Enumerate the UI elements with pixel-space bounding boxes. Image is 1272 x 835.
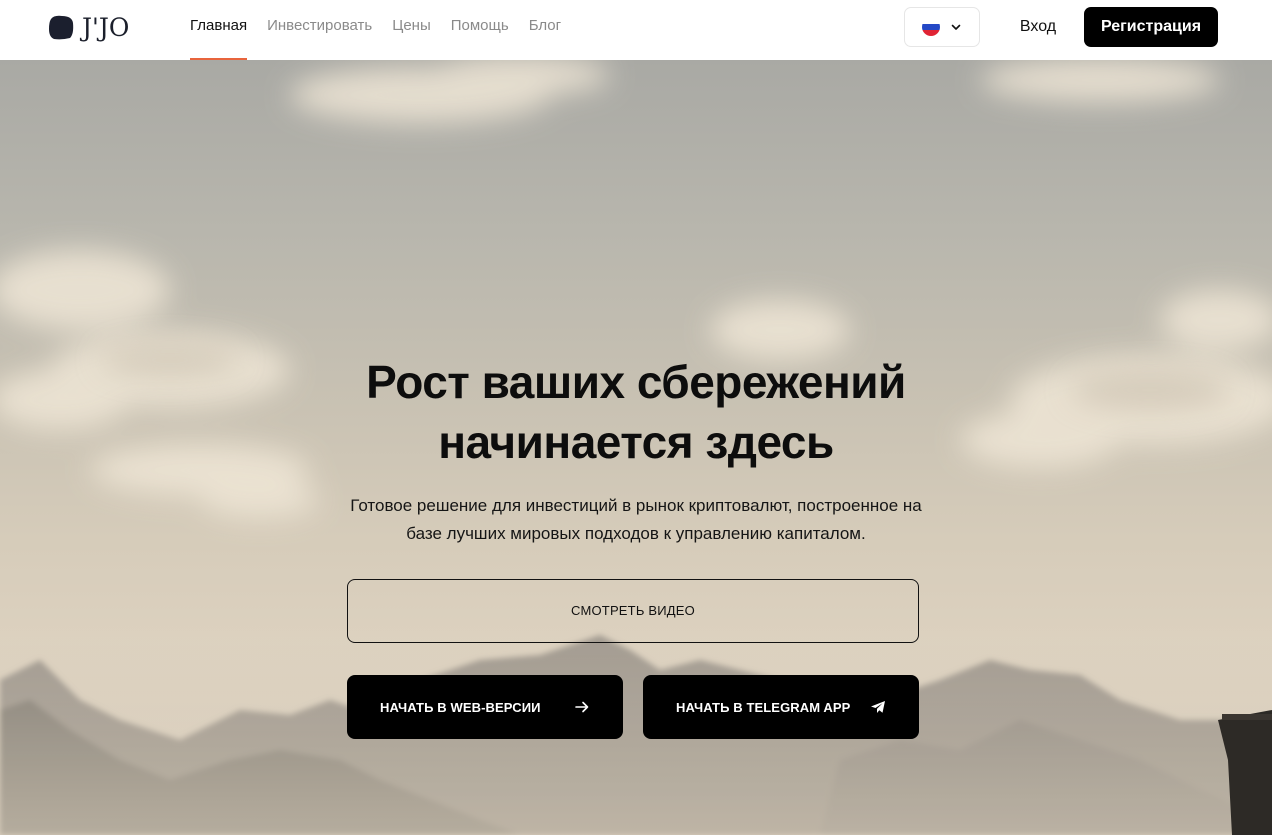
start-telegram-button[interactable]: НАЧАТЬ В TELEGRAM APP — [643, 675, 919, 739]
hero-title: Рост ваших сбережений начинается здесь — [0, 352, 1272, 472]
hero-section: Рост ваших сбережений начинается здесь Г… — [0, 60, 1272, 835]
chevron-down-icon — [951, 24, 961, 30]
brand-logo[interactable]: J'JO — [48, 12, 129, 42]
russia-flag-icon — [922, 18, 940, 36]
hero-title-line2: начинается здесь — [438, 416, 834, 468]
brand-name: J'JO — [82, 12, 130, 42]
main-nav: Главная Инвестировать Цены Помощь Блог — [190, 0, 581, 60]
nav-item-prices[interactable]: Цены — [392, 0, 431, 60]
language-selector[interactable] — [904, 7, 980, 47]
start-telegram-label: НАЧАТЬ В TELEGRAM APP — [676, 699, 851, 715]
logo-icon — [49, 15, 74, 40]
nav-item-home[interactable]: Главная — [190, 0, 248, 60]
telegram-icon — [871, 701, 885, 713]
nav-item-help[interactable]: Помощь — [451, 0, 509, 60]
hero-title-line1: Рост ваших сбережений — [366, 356, 906, 408]
arrow-right-icon — [575, 701, 589, 713]
site-header: J'JO Главная Инвестировать Цены Помощь Б… — [0, 0, 1272, 60]
watch-video-button[interactable]: СМОТРЕТЬ ВИДЕО — [347, 579, 919, 643]
start-web-button[interactable]: НАЧАТЬ В WEB-ВЕРСИИ — [347, 675, 623, 739]
start-web-label: НАЧАТЬ В WEB-ВЕРСИИ — [380, 699, 541, 715]
hero-subtitle: Готовое решение для инвестиций в рынок к… — [350, 496, 922, 543]
signup-button[interactable]: Регистрация — [1084, 7, 1218, 47]
nav-item-invest[interactable]: Инвестировать — [267, 0, 372, 60]
login-button[interactable]: Вход — [1006, 7, 1070, 47]
nav-item-blog[interactable]: Блог — [529, 0, 561, 60]
